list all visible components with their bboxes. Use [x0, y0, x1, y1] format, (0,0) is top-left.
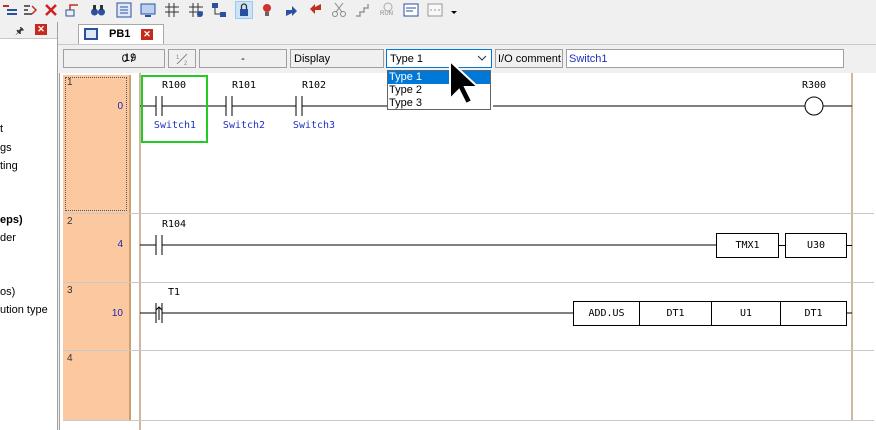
lock-icon[interactable] — [235, 1, 253, 19]
rung-number: 3 — [67, 285, 73, 296]
contact-address[interactable]: T1 — [144, 287, 204, 298]
io-comment-field[interactable]: Switch1 — [566, 49, 844, 68]
tree-indent-icon[interactable] — [2, 2, 18, 18]
grid-icon[interactable] — [164, 2, 180, 18]
project-tree-pane: 🖈 ✕ t gs ting eps) der os) ution type — [0, 22, 58, 430]
pin-icon[interactable]: 🖈 — [15, 24, 24, 41]
main-toolbar: RUN — [0, 0, 876, 23]
io-comment-value: Switch1 — [569, 53, 608, 65]
display-comments-label: Display comments — [290, 49, 384, 84]
total-text: 19 — [124, 52, 137, 64]
fraction-icon[interactable]: 12 — [168, 49, 196, 68]
bulb-icon[interactable] — [259, 2, 275, 18]
grid-settings-icon[interactable] — [188, 2, 204, 18]
pane-header: 🖈 ✕ — [0, 22, 57, 39]
tree-item[interactable]: gs — [0, 142, 12, 154]
contact-comment: Switch1 — [153, 120, 197, 131]
step-number: 10 — [111, 308, 123, 319]
contact-address[interactable]: R104 — [144, 219, 204, 230]
coil-address[interactable]: R300 — [784, 80, 844, 91]
dash-text: - — [241, 53, 245, 65]
rung-number: 1 — [67, 77, 73, 88]
instruction-box[interactable]: ADD.US — [573, 301, 640, 326]
timer-value-box[interactable]: U30 — [785, 233, 847, 258]
arrow-link-icon[interactable] — [64, 2, 80, 18]
svg-text:1: 1 — [176, 55, 180, 61]
close-pane-icon[interactable]: ✕ — [35, 24, 47, 35]
contact-address[interactable]: R101 — [214, 80, 274, 91]
rung-number: 2 — [67, 216, 73, 227]
contact-comment: Switch3 — [292, 120, 336, 131]
tree-item[interactable]: ting — [0, 160, 18, 172]
dash-field: - — [199, 49, 287, 68]
binoculars-icon[interactable] — [90, 2, 106, 18]
timer-box[interactable]: TMX1 — [716, 233, 779, 258]
program-icon — [84, 28, 98, 43]
run-label: RUN — [380, 11, 393, 17]
rung-header[interactable]: 1 0 — [63, 75, 131, 213]
close-tab-icon[interactable]: ✕ — [141, 29, 153, 40]
io-comment-label: I/O comment — [495, 49, 563, 68]
tree-item[interactable]: eps) — [0, 214, 23, 226]
tree-item[interactable]: der — [0, 232, 16, 244]
arrow-up-icon[interactable] — [283, 2, 299, 18]
rung-header[interactable]: 3 10 — [63, 283, 131, 350]
dots-icon[interactable] — [427, 2, 443, 18]
rung-header[interactable]: 2 4 — [63, 214, 131, 282]
comment-type-value: Type 1 — [390, 53, 424, 65]
ladder-editor[interactable]: 1 0 2 4 3 10 4 R100 Switch1 R101 Switch2… — [59, 73, 876, 430]
address-icon[interactable] — [116, 2, 132, 18]
tree-item[interactable]: os) — [0, 286, 15, 298]
position-field: 0 / — [63, 49, 165, 68]
tree-item[interactable]: ution type — [0, 304, 48, 316]
report-icon[interactable] — [403, 2, 419, 18]
operand-box[interactable]: DT1 — [639, 301, 712, 326]
tab-label: PB1 — [109, 28, 131, 40]
contact-address[interactable]: R100 — [144, 80, 204, 91]
operand-box[interactable]: U1 — [711, 301, 781, 326]
monitor-icon[interactable] — [140, 2, 156, 18]
run-icon[interactable]: RUN — [379, 2, 397, 18]
svg-text:2: 2 — [184, 61, 188, 66]
rung-number: 4 — [67, 353, 73, 364]
io-comment-text: I/O comment — [498, 53, 561, 65]
delete-icon[interactable] — [43, 2, 59, 18]
steps-icon[interactable] — [355, 2, 371, 18]
operand-box[interactable]: DT1 — [780, 301, 847, 326]
step-number: 4 — [117, 239, 123, 250]
rung-header[interactable]: 4 — [63, 351, 131, 420]
contact-address[interactable]: R102 — [284, 80, 344, 91]
mouse-cursor-icon — [448, 58, 481, 108]
scissors-icon[interactable] — [331, 2, 347, 18]
arrow-down-icon[interactable] — [307, 2, 323, 18]
pointer-icon[interactable] — [22, 2, 38, 18]
tab-bar: PB1 ✕ — [58, 22, 876, 45]
tab-pb1[interactable]: PB1 ✕ — [78, 24, 164, 44]
contact-comment: Switch2 — [222, 120, 266, 131]
tree-item[interactable]: t — [0, 123, 3, 135]
more-icon[interactable] — [449, 2, 459, 18]
step-number: 0 — [117, 101, 123, 112]
flow-icon[interactable] — [211, 2, 227, 18]
